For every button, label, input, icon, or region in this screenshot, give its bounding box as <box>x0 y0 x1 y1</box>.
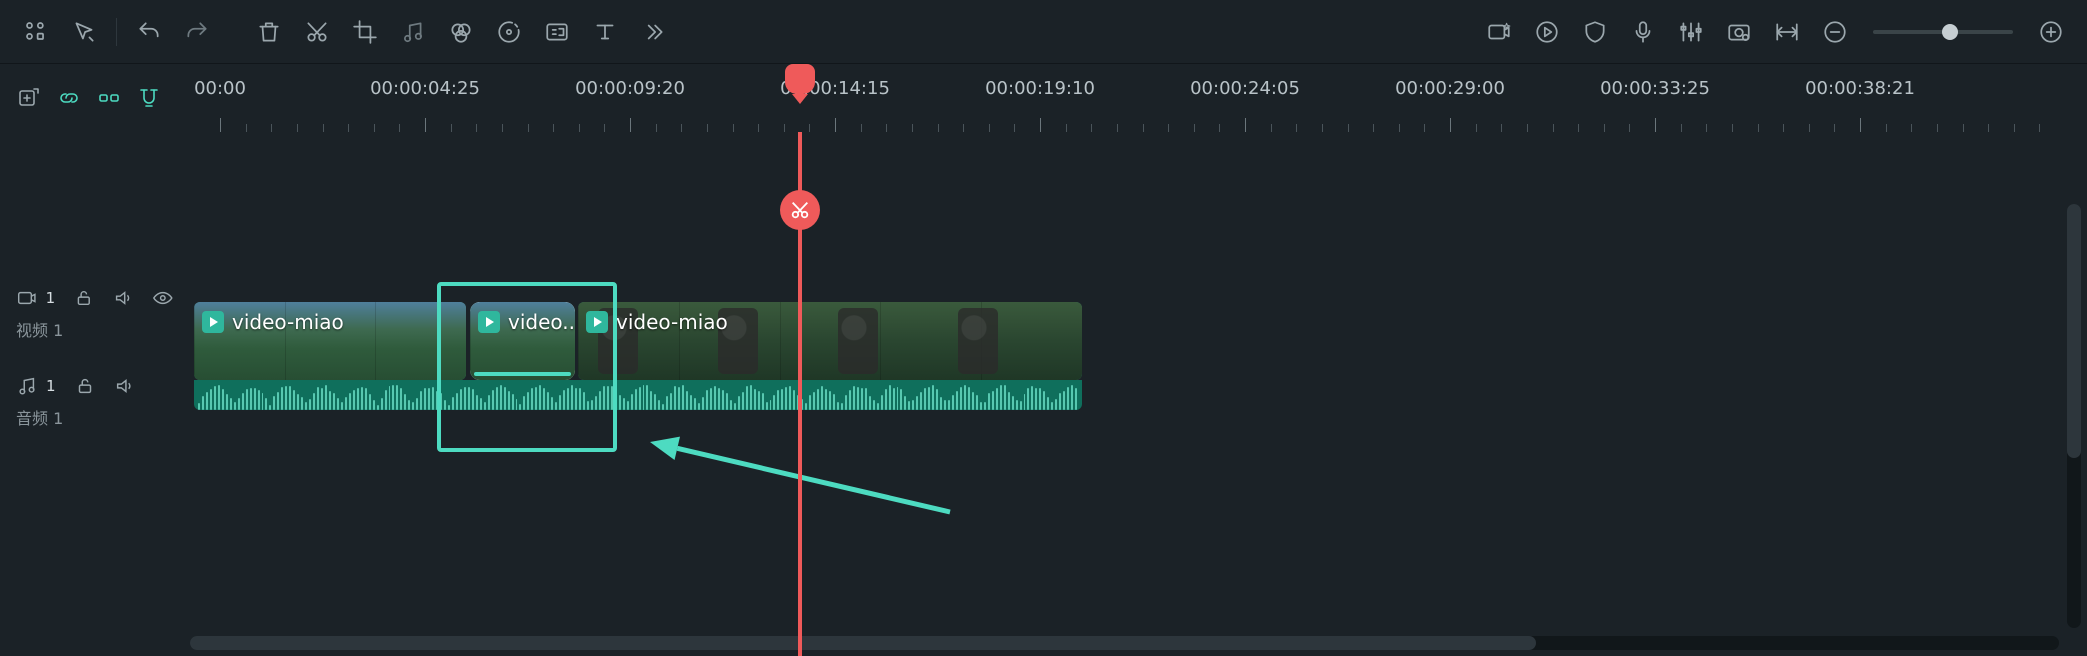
lock-icon[interactable] <box>73 287 95 309</box>
playhead-cap-icon[interactable] <box>785 64 815 94</box>
captions-button[interactable] <box>533 8 581 56</box>
markers-icon[interactable] <box>96 85 122 111</box>
video-track-name: 视频 1 <box>16 317 174 341</box>
clip-label: video... <box>478 310 575 334</box>
lock-icon[interactable] <box>74 375 96 397</box>
video-track-count: 1 <box>46 289 56 307</box>
timeline-mode-icons <box>0 64 190 132</box>
ruler-timecode: 00:00:19:10 <box>985 78 1095 99</box>
audio-detach-button[interactable] <box>389 8 437 56</box>
clip-label: video-miao <box>202 310 344 334</box>
snapshot-button[interactable] <box>1715 8 1763 56</box>
horizontal-scrollbar-thumb[interactable] <box>190 636 1536 650</box>
playhead-cut-button[interactable] <box>780 190 820 230</box>
play-icon <box>586 311 608 333</box>
render-preview-button[interactable] <box>1523 8 1571 56</box>
audio-mixer-button[interactable] <box>1667 8 1715 56</box>
voiceover-button[interactable] <box>1619 8 1667 56</box>
audio-waveform-strip[interactable] <box>194 380 1082 410</box>
clip-label: video-miao <box>586 310 728 334</box>
color-filter-button[interactable] <box>437 8 485 56</box>
link-toggle-icon[interactable] <box>56 85 82 111</box>
ruler-timecode: 00:00 <box>194 78 246 99</box>
play-icon <box>202 311 224 333</box>
horizontal-scrollbar[interactable] <box>190 636 2059 650</box>
clip-clip-c[interactable]: video-miao <box>578 302 1082 380</box>
clip-name: video-miao <box>232 310 344 334</box>
fit-width-button[interactable] <box>1763 8 1811 56</box>
undo-button[interactable] <box>125 8 173 56</box>
zoom-slider[interactable] <box>1873 30 2013 34</box>
add-media-icon[interactable] <box>16 85 42 111</box>
audio-track-name: 音频 1 <box>16 405 174 429</box>
text-button[interactable] <box>581 8 629 56</box>
toolbar-separator <box>116 18 117 46</box>
clip-name: video... <box>508 310 575 334</box>
cut-button[interactable] <box>293 8 341 56</box>
safe-zone-button[interactable] <box>1571 8 1619 56</box>
video-track-icon <box>16 287 38 309</box>
zoom-out-button[interactable] <box>1811 8 1859 56</box>
clip-name: video-miao <box>616 310 728 334</box>
zoom-in-button[interactable] <box>2027 8 2075 56</box>
ruler-tick-marks <box>190 114 2087 132</box>
speed-button[interactable] <box>485 8 533 56</box>
play-icon <box>478 311 500 333</box>
ruler-timecode: 00:00:29:00 <box>1395 78 1505 99</box>
ruler-timecode: 00:00:33:25 <box>1600 78 1710 99</box>
audio-track-header[interactable]: 1 音频 1 <box>0 358 190 446</box>
main-toolbar <box>0 0 2087 64</box>
track-headers: 1 视频 1 1 音频 1 <box>0 132 190 656</box>
clip-clip-b[interactable]: video... <box>470 302 575 380</box>
ruler-timecode: 00:00:24:05 <box>1190 78 1300 99</box>
vertical-scrollbar[interactable] <box>2067 204 2081 628</box>
ruler-timecode: 00:00:38:21 <box>1805 78 1915 99</box>
visibility-icon[interactable] <box>152 287 174 309</box>
apps-grid-icon[interactable] <box>12 8 60 56</box>
cursor-select-icon[interactable] <box>60 8 108 56</box>
delete-button[interactable] <box>245 8 293 56</box>
zoom-slider-knob[interactable] <box>1942 24 1958 40</box>
more-tools-button[interactable] <box>629 8 677 56</box>
redo-button[interactable] <box>173 8 221 56</box>
ruler-timecode: 00:00:04:25 <box>370 78 480 99</box>
crop-button[interactable] <box>341 8 389 56</box>
playhead[interactable] <box>798 132 802 656</box>
timeline-body: 1 视频 1 1 音频 1 video-miaovideo...video-mi… <box>0 132 2087 656</box>
video-track-header[interactable]: 1 视频 1 <box>0 270 190 358</box>
ruler-row: 00:0000:00:04:2500:00:09:2000:00:14:1500… <box>0 64 2087 132</box>
vertical-scrollbar-thumb[interactable] <box>2067 204 2081 458</box>
magnet-snap-icon[interactable] <box>136 85 162 111</box>
audio-track-count: 1 <box>46 377 56 395</box>
volume-icon[interactable] <box>114 375 136 397</box>
tracks-area[interactable]: video-miao video... video-miao <box>190 132 2087 656</box>
audio-track-icon <box>16 375 38 397</box>
timeline-ruler[interactable]: 00:0000:00:04:2500:00:09:2000:00:14:1500… <box>190 64 2087 132</box>
clip-clip-a[interactable]: video-miao <box>194 302 466 380</box>
ruler-timecode: 00:00:09:20 <box>575 78 685 99</box>
volume-icon[interactable] <box>113 287 135 309</box>
ai-enhance-button[interactable] <box>1475 8 1523 56</box>
